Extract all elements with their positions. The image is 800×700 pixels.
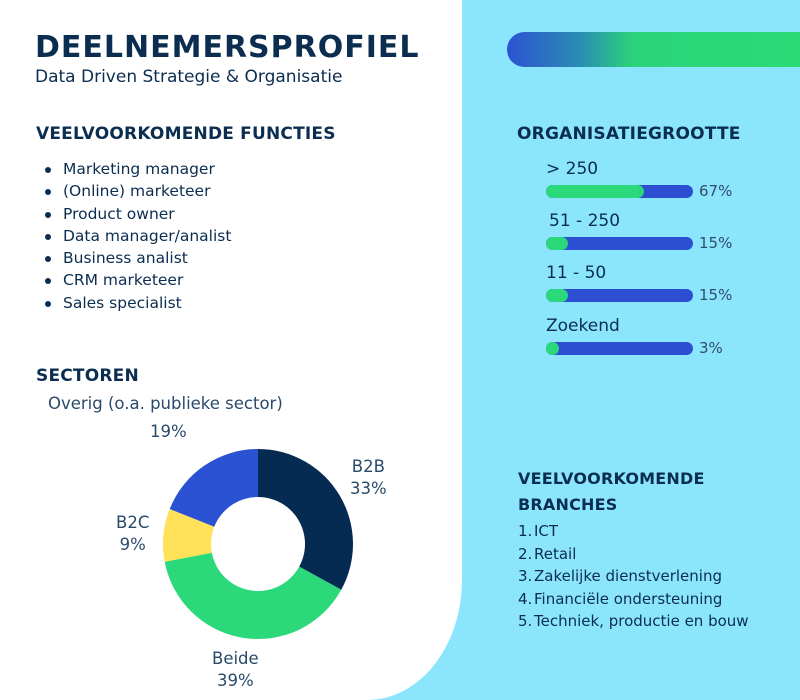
bar-track — [546, 342, 693, 355]
bar-fill — [546, 185, 645, 198]
bar-fill — [546, 289, 569, 302]
functie-label: Marketing manager — [63, 160, 215, 178]
branche-label: ICT — [534, 522, 559, 540]
branches-list: 1. ICT 2. Retail 3. Zakelijke dienstverleni… — [518, 520, 749, 633]
branches-heading-line2: BRANCHES — [518, 495, 618, 514]
branche-label: Retail — [534, 544, 577, 563]
branche-item: 5. Techniek, productie en bouw — [518, 610, 749, 633]
branche-label: Zakelijke dienstverlening — [534, 567, 722, 585]
functie-label: Business analist — [63, 249, 188, 268]
bar-row: 15% — [546, 234, 766, 252]
functie-item: Data manager/analist — [42, 225, 231, 247]
branche-number: 3. — [518, 567, 533, 585]
bullet-icon — [45, 300, 51, 307]
functie-label: Data manager/analist — [63, 226, 232, 245]
branches-heading: VEELVOORKOMENDE BRANCHES — [518, 466, 705, 518]
bullet-icon — [45, 278, 51, 285]
donut-label-b2c: B2C 9% — [116, 512, 149, 556]
branche-item: 1. ICT — [518, 520, 749, 543]
bar-value-label: 15% — [699, 286, 733, 304]
bullet-icon — [45, 167, 51, 173]
branche-number: 5. — [518, 612, 533, 630]
page-title: DEELNEMERSPROFIEL — [35, 30, 420, 65]
bullet-icon — [45, 256, 51, 263]
bar-fill — [546, 342, 559, 355]
donut-label-beide-name: Beide — [212, 649, 259, 668]
donut-slice-b2b — [258, 449, 353, 590]
functie-label: CRM marketeer — [63, 271, 184, 290]
org-size-row: 51 - 250 15% — [546, 210, 766, 252]
branche-item: 4. Financiële ondersteuning — [518, 588, 749, 611]
branche-number: 2. — [518, 544, 533, 563]
functie-item: CRM marketeer — [42, 269, 231, 291]
branches-heading-line1: VEELVOORKOMENDE — [518, 469, 705, 488]
page-subtitle: Data Driven Strategie & Organisatie — [35, 67, 343, 87]
bar-track — [546, 185, 693, 198]
functie-item: (Online) marketeer — [42, 180, 231, 202]
organisatiegrootte-heading: ORGANISATIEGROOTTE — [517, 124, 741, 144]
bar-row: 15% — [546, 286, 766, 304]
functie-label: (Online) marketeer — [63, 182, 211, 201]
bar-fill — [546, 237, 569, 250]
decorative-gradient-bar — [507, 32, 800, 67]
functie-item: Sales specialist — [42, 292, 231, 314]
donut-label-overig-name: Overig (o.a. publieke sector) — [48, 394, 283, 413]
org-size-label: > 250 — [546, 159, 599, 179]
branche-item: 2. Retail — [518, 543, 749, 566]
org-size-label: 51 - 250 — [549, 211, 621, 231]
bar-track — [546, 237, 693, 250]
bullet-icon — [45, 189, 51, 196]
functie-item: Business analist — [42, 247, 231, 269]
org-size-row: > 250 67% — [546, 158, 766, 200]
donut-label-b2c-name: B2C — [116, 513, 150, 532]
branche-item: 3. Zakelijke dienstverlening — [518, 565, 749, 588]
org-size-row: 11 - 50 15% — [546, 262, 766, 304]
bar-row: 67% — [546, 182, 766, 200]
bar-value-label: 3% — [699, 339, 723, 357]
donut-label-beide: Beide 39% — [212, 648, 259, 692]
donut-label-beide-pct: 39% — [217, 671, 254, 690]
bullet-icon — [45, 211, 51, 218]
functie-item: Marketing manager — [42, 158, 231, 180]
functies-heading: VEELVOORKOMENDE FUNCTIES — [36, 124, 336, 144]
bar-track — [546, 289, 693, 302]
functie-label: Sales specialist — [63, 293, 182, 312]
sectoren-donut-chart — [163, 449, 353, 639]
donut-label-b2c-pct: 9% — [119, 535, 146, 554]
branche-label: Financiële ondersteuning — [534, 589, 723, 608]
bar-row: 3% — [546, 339, 766, 357]
sectoren-heading: SECTOREN — [36, 366, 139, 386]
org-size-label: 11 - 50 — [546, 263, 607, 283]
functies-list: Marketing manager (Online) marketeer Pro… — [42, 158, 231, 314]
functie-label: Product owner — [63, 204, 175, 223]
branche-label: Techniek, productie en bouw — [534, 612, 749, 630]
branche-number: 1. — [518, 522, 533, 540]
org-size-row: Zoekend 3% — [546, 315, 766, 357]
bar-value-label: 67% — [699, 182, 733, 200]
bullet-icon — [45, 233, 51, 240]
org-size-label: Zoekend — [546, 316, 620, 336]
branche-number: 4. — [518, 589, 533, 608]
bar-value-label: 15% — [699, 234, 733, 252]
functie-item: Product owner — [42, 203, 231, 225]
